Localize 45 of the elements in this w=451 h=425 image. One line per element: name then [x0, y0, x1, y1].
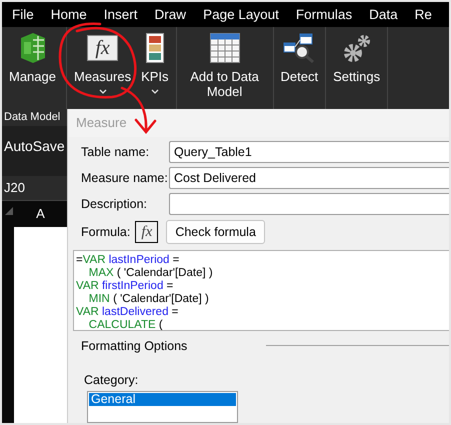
- column-header[interactable]: A: [36, 206, 45, 221]
- insert-function-button[interactable]: fx: [135, 221, 158, 243]
- formula-line: VAR lastDelivered =: [76, 306, 178, 319]
- menu-tab[interactable]: Page Layout: [194, 7, 288, 22]
- field-label: Formula:: [81, 225, 130, 239]
- table-icon: [210, 33, 240, 63]
- ribbon-button[interactable]: Settings: [328, 30, 386, 86]
- menu-tab[interactable]: Draw: [146, 7, 195, 22]
- ribbon-button[interactable]: fx Measures: [69, 30, 136, 98]
- menu-tab[interactable]: Formulas: [287, 7, 361, 22]
- formula-line: =VAR lastInPeriod =: [76, 254, 180, 267]
- category-list[interactable]: General: [87, 390, 238, 423]
- group-label: Data Model: [2, 109, 67, 126]
- ribbon-button[interactable]: Detect: [276, 30, 324, 86]
- ribbon-button[interactable]: Add to Data Model: [178, 30, 271, 101]
- check-formula-button[interactable]: Check formula: [166, 220, 265, 244]
- menu-tab[interactable]: Insert: [95, 7, 146, 22]
- kpi-icon: [146, 33, 164, 63]
- name-box[interactable]: J20: [2, 176, 67, 200]
- formula-line: MAX ( 'Calendar'[Date] ): [88, 266, 213, 280]
- section-title: Formatting Options: [81, 338, 188, 353]
- formula-line: MIN ( 'Calendar'[Date] ): [88, 292, 209, 306]
- text-field[interactable]: [169, 193, 449, 215]
- ribbon-button[interactable]: KPIs: [136, 30, 174, 98]
- text-field[interactable]: Query_Table1: [169, 141, 449, 163]
- ribbon-button[interactable]: Manage: [4, 30, 61, 86]
- menu-tab[interactable]: Home: [42, 7, 96, 22]
- gears-icon: [342, 33, 371, 63]
- field-label: Measure name:: [81, 171, 169, 185]
- text-field[interactable]: Cost Delivered: [169, 167, 449, 189]
- detect-icon: [283, 33, 316, 63]
- field-label: Category:: [84, 372, 138, 387]
- autosave-label: AutoSave: [4, 138, 65, 154]
- worksheet-cells[interactable]: [14, 227, 67, 423]
- formula-editor[interactable]: =VAR lastInPeriod = MAX ( 'Calendar'[Date] ) VAR firstInPeriod = MIN ( 'Calendar'[Date] ) VAR lastDelivered = CALCULATE (: [73, 250, 449, 331]
- select-all-icon: [5, 207, 13, 215]
- function-icon: fx: [87, 35, 118, 61]
- field-label: Description:: [81, 197, 148, 211]
- formula-line: VAR firstInPeriod =: [76, 280, 174, 293]
- field-label: Table name:: [81, 145, 150, 159]
- menu-tab[interactable]: File: [2, 7, 42, 22]
- menu-tab[interactable]: Data: [360, 7, 406, 22]
- list-item[interactable]: General: [89, 392, 236, 406]
- menu-tab[interactable]: Re: [406, 7, 440, 22]
- formula-line: CALCULATE (: [88, 318, 163, 330]
